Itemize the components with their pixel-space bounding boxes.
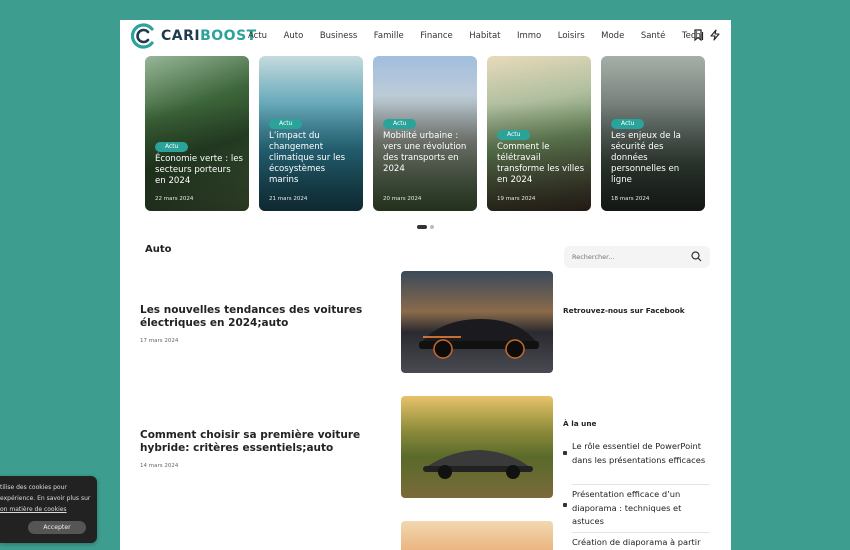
- bullet-icon: [563, 503, 567, 507]
- slider-card[interactable]: Actu L’impact du changement climatique s…: [259, 56, 363, 211]
- post-thumbnail[interactable]: [401, 271, 553, 373]
- nav-item-auto[interactable]: Auto: [284, 30, 304, 42]
- divider: [572, 484, 710, 485]
- card-date: 19 mars 2024: [497, 196, 536, 202]
- bullet-icon: [563, 451, 567, 455]
- cookie-banner: tilise des cookies pour expérience. En s…: [0, 476, 97, 543]
- slider-card[interactable]: Actu Économie verte : les secteurs porte…: [145, 56, 249, 211]
- slider-dot[interactable]: [430, 225, 434, 229]
- post-thumbnail[interactable]: [401, 521, 553, 550]
- logo-icon: [130, 23, 154, 49]
- search-icon[interactable]: [691, 251, 702, 262]
- featured-item[interactable]: Le rôle essentiel de PowerPoint dans les…: [563, 440, 710, 467]
- accept-cookies-button[interactable]: Accepter: [28, 521, 86, 534]
- slider-dot-active[interactable]: [417, 225, 427, 229]
- card-title[interactable]: L’impact du changement climatique sur le…: [269, 131, 357, 186]
- page-container: CARIBOOST Actu Auto Business Famille Fin…: [120, 20, 731, 550]
- post-date: 14 mars 2024: [140, 463, 179, 469]
- card-title[interactable]: Comment le télétravail transforme les vi…: [497, 142, 585, 186]
- search-input[interactable]: [572, 250, 682, 264]
- cookie-text: tilise des cookies pour: [0, 484, 67, 491]
- cookie-policy-link[interactable]: on matière de cookies: [0, 506, 67, 514]
- card-title[interactable]: Économie verte : les secteurs porteurs e…: [155, 154, 243, 187]
- card-date: 22 mars 2024: [155, 196, 194, 202]
- flash-icon[interactable]: [709, 29, 721, 41]
- card-date: 18 mars 2024: [611, 196, 650, 202]
- facebook-widget-title: Retrouvez-nous sur Facebook: [563, 306, 685, 315]
- slider-card[interactable]: Actu Mobilité urbaine : vers une révolut…: [373, 56, 477, 211]
- nav-item-habitat[interactable]: Habitat: [469, 30, 500, 42]
- nav-item-finance[interactable]: Finance: [420, 30, 453, 42]
- site-logo[interactable]: CARIBOOST: [130, 22, 257, 50]
- bookmark-icon[interactable]: [693, 29, 705, 41]
- card-title[interactable]: Les enjeux de la sécurité des données pe…: [611, 131, 699, 186]
- main-nav: Actu Auto Business Famille Finance Habit…: [248, 30, 717, 42]
- nav-item-sante[interactable]: Santé: [641, 30, 666, 42]
- category-tag[interactable]: Actu: [611, 119, 645, 129]
- featured-item-title[interactable]: Création de diaporama à partir: [572, 537, 701, 547]
- featured-item[interactable]: Présentation efficace d’un diaporama : t…: [563, 488, 710, 529]
- post-item: Les nouvelles tendances des voitures éle…: [140, 304, 370, 344]
- card-date: 21 mars 2024: [269, 196, 308, 202]
- slider-card[interactable]: Actu Les enjeux de la sécurité des donné…: [601, 56, 705, 211]
- nav-item-business[interactable]: Business: [320, 30, 357, 42]
- car-image: [419, 319, 539, 359]
- search-box: [564, 246, 710, 268]
- post-title[interactable]: Comment choisir sa première voiture hybr…: [140, 429, 370, 455]
- cookie-text: expérience. En savoir plus sur: [0, 495, 91, 502]
- post-date: 17 mars 2024: [140, 338, 179, 344]
- logo-text: CARIBOOST: [161, 28, 257, 44]
- nav-item-mode[interactable]: Mode: [601, 30, 624, 42]
- divider: [572, 532, 710, 533]
- nav-item-loisirs[interactable]: Loisirs: [558, 30, 585, 42]
- category-tag[interactable]: Actu: [497, 130, 531, 140]
- car-image: [423, 450, 533, 479]
- nav-item-famille[interactable]: Famille: [374, 30, 404, 42]
- featured-item-title[interactable]: Présentation efficace d’un diaporama : t…: [572, 489, 681, 526]
- post-title[interactable]: Les nouvelles tendances des voitures éle…: [140, 304, 370, 330]
- nav-item-actu[interactable]: Actu: [248, 30, 267, 42]
- slider-card[interactable]: Actu Comment le télétravail transforme l…: [487, 56, 591, 211]
- card-title[interactable]: Mobilité urbaine : vers une révolution d…: [383, 131, 471, 175]
- section-title[interactable]: Auto: [145, 244, 172, 255]
- category-tag[interactable]: Actu: [383, 119, 417, 129]
- slider-pagination: [417, 225, 434, 229]
- category-tag[interactable]: Actu: [155, 142, 189, 152]
- post-item: Comment choisir sa première voiture hybr…: [140, 429, 370, 469]
- category-tag[interactable]: Actu: [269, 119, 303, 129]
- featured-item-title[interactable]: Le rôle essentiel de PowerPoint dans les…: [572, 441, 705, 465]
- featured-widget-title: À la une: [563, 419, 597, 428]
- featured-item[interactable]: Création de diaporama à partir: [572, 536, 710, 550]
- card-date: 20 mars 2024: [383, 196, 422, 202]
- site-header: CARIBOOST Actu Auto Business Famille Fin…: [120, 20, 731, 53]
- nav-item-immo[interactable]: Immo: [517, 30, 541, 42]
- post-thumbnail[interactable]: [401, 396, 553, 498]
